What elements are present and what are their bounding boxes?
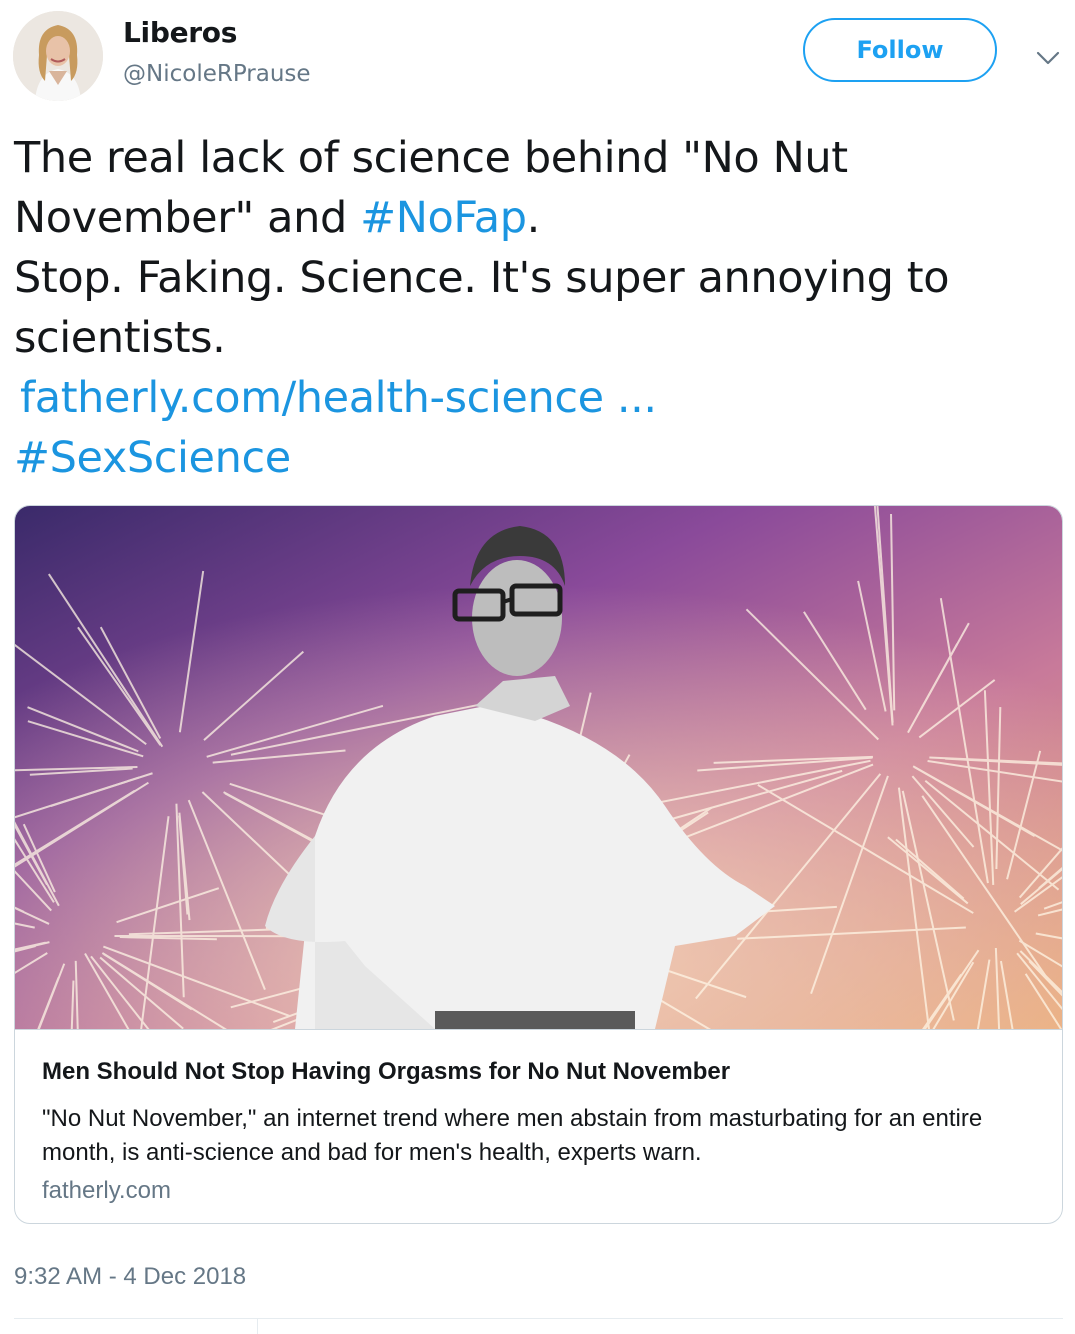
user-handle[interactable]: @NicoleRPrause [123,61,311,87]
hashtag-link[interactable]: #NoFap [360,193,527,243]
tweet-timestamp[interactable]: 9:32 AM - 4 Dec 2018 [14,1263,246,1291]
divider [257,1318,258,1334]
avatar-image [13,11,103,101]
link-card[interactable]: Men Should Not Stop Having Orgasms for N… [14,505,1063,1224]
tweet-line: November" and #NoFap. [14,188,1064,248]
hashtag-link[interactable]: #SexScience [14,428,1064,488]
display-name[interactable]: Liberos [123,16,237,49]
tweet-line: Stop. Faking. Science. It's super annoyi… [14,253,950,303]
card-description: "No Nut November," an internet trend whe… [42,1105,983,1166]
tweet-text-segment: November" and [14,193,361,243]
follow-button[interactable]: Follow [803,18,997,82]
article-link[interactable]: fatherly.com/health-science ... [14,368,1064,428]
chevron-down-icon[interactable] [1034,44,1062,72]
card-domain: fatherly.com [42,1177,171,1204]
avatar[interactable] [13,11,103,101]
tweet-text-segment: . [526,193,541,243]
tweet-text: The real lack of science behind "No Nut … [14,128,1064,488]
fireworks-photo [15,506,1062,1029]
tweet-line: scientists. [14,313,226,363]
tweet-header: Liberos @NicoleRPrause Follow [0,0,1075,110]
card-body: Men Should Not Stop Having Orgasms for N… [15,1029,1062,1223]
card-image [15,506,1062,1029]
card-title[interactable]: Men Should Not Stop Having Orgasms for N… [42,1058,730,1086]
tweet-line: The real lack of science behind "No Nut [14,133,848,183]
divider [14,1318,1063,1319]
